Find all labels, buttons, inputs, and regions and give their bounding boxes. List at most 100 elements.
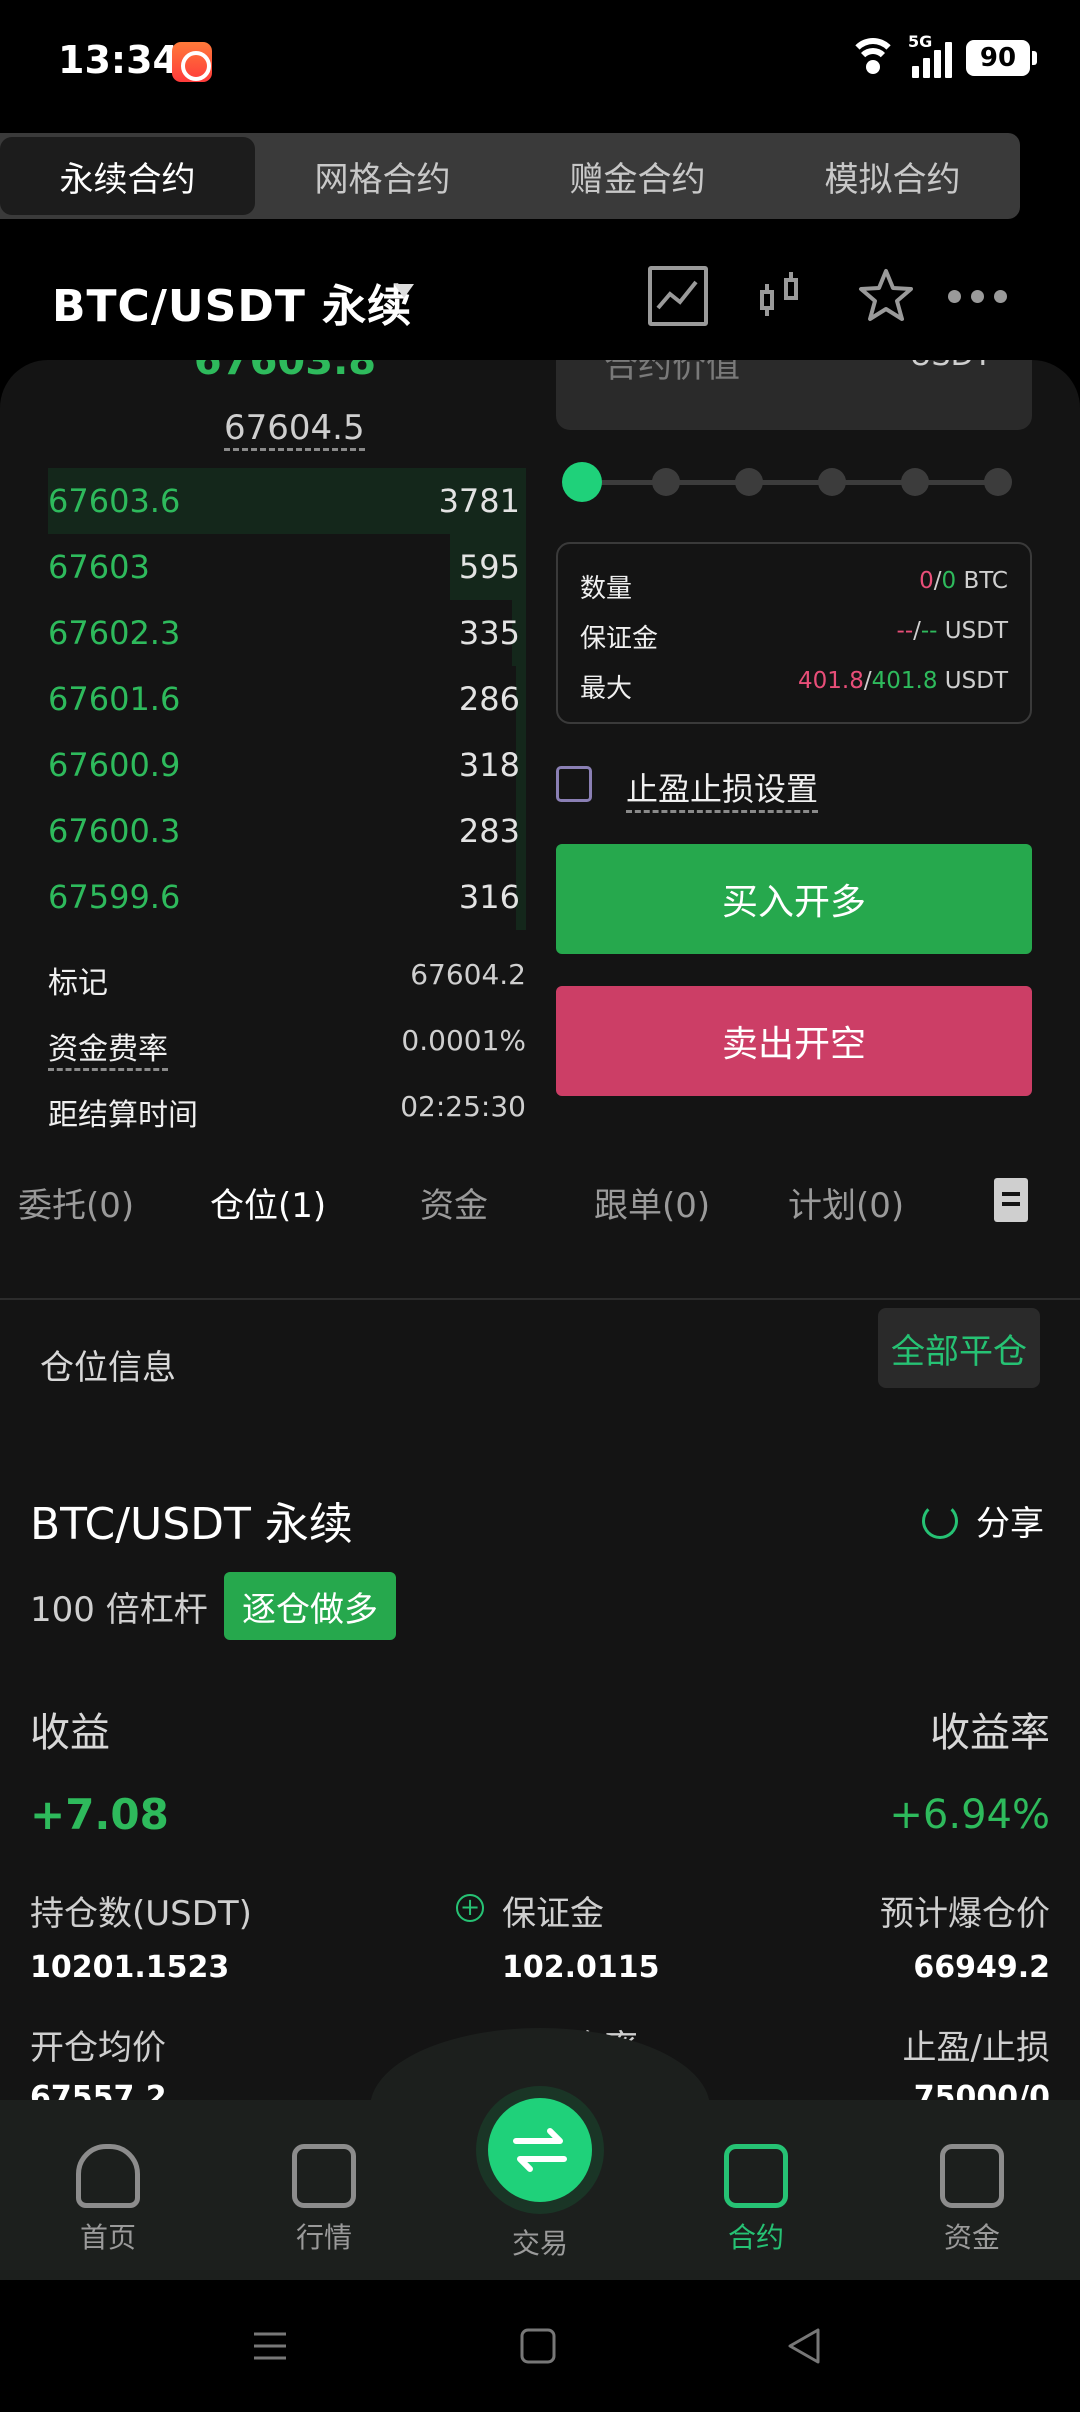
add-margin-icon[interactable]: + [456,1894,484,1922]
contract-value-input[interactable]: 合约价值 USDT [556,360,1032,430]
tab-bonus[interactable]: 赠金合约 [510,133,765,219]
swap-arrows-icon [513,2128,567,2172]
slider-step[interactable] [735,468,763,496]
summary-margin-row: 保证金 --/-- USDT [580,618,1008,655]
order-book-row[interactable]: 67600.3 283 [48,798,526,864]
tab-orders[interactable]: 委托(0) [18,1178,134,1227]
nav-markets-label: 行情 [295,2221,352,2254]
tp-sl-checkbox[interactable] [556,766,592,802]
order-book-row[interactable]: 67603.6 3781 [48,468,526,534]
pnl-rate-value: +6.94% [889,1792,1050,1838]
orders-tabs: 委托(0) 仓位(1) 资金 跟单(0) 计划(0) [0,1156,1080,1246]
pair-selector[interactable]: BTC/USDT 永续 [52,270,412,334]
home-button-icon[interactable] [518,2326,558,2366]
tab-assets[interactable]: 资金 [420,1178,488,1227]
position-size-value: 10201.1523 [30,1950,230,1985]
pnl-label: 收益 [30,1710,110,1756]
funding-rate-label[interactable]: 资金费率 [48,1024,168,1071]
position-size-label: 持仓数(USDT) [30,1894,252,1934]
nav-trade-label: 交易 [511,2227,568,2260]
order-book-row[interactable]: 67603 595 [48,534,526,600]
settlement-time-value: 02:25:30 [400,1090,526,1123]
tp-sl-settings-link[interactable]: 止盈止损设置 [626,764,819,813]
more-options-icon[interactable] [948,266,1014,326]
unit-selector[interactable]: USDT [910,360,992,373]
signal-icon: 5G [908,32,952,78]
position-pair: BTC/USDT 永续 [30,1499,353,1550]
tab-perpetual[interactable]: 永续合约 [0,137,255,215]
bid-qty: 283 [458,812,520,850]
tab-demo[interactable]: 模拟合约 [765,133,1020,219]
home-icon [76,2144,140,2208]
share-icon [922,1502,958,1539]
leverage-slider[interactable] [562,460,1018,504]
tp-sl-label: 止盈/止损 [902,2028,1050,2068]
bid-price: 67600.9 [48,746,181,784]
qty-label: 数量 [580,574,633,604]
share-label: 分享 [976,1504,1044,1544]
nav-trade-button[interactable] [488,2098,592,2202]
order-book-row[interactable]: 67599.6 316 [48,864,526,930]
slider-step[interactable] [984,468,1012,496]
order-book-row[interactable]: 67600.9 318 [48,732,526,798]
slider-step[interactable] [652,468,680,496]
qty-value: 0/0 BTC [919,568,1008,594]
mark-price-sub[interactable]: 67604.5 [224,408,365,451]
funding-rate-row: 资金费率 0.0001% [48,1024,526,1071]
nav-futures[interactable]: 合约 [686,2100,826,2256]
mark-price-row: 标记 67604.2 [48,958,526,1002]
status-time: 13:34 [58,38,179,82]
bid-qty: 316 [458,878,520,916]
order-book-row[interactable]: 67601.6 286 [48,666,526,732]
buy-long-button[interactable]: 买入开多 [556,844,1032,954]
max-value: 401.8/401.8 USDT [798,668,1008,694]
caret-down-icon[interactable] [394,284,414,298]
position-mode-badge: 逐仓做多 [224,1572,396,1640]
order-book: 67603.6 3781 67603 595 67602.3 335 67601.6 2… [48,468,526,930]
nav-futures-label: 合约 [727,2221,784,2254]
entry-price-label: 开仓均价 [30,2028,166,2068]
wifi-icon [848,38,898,78]
recent-apps-icon[interactable] [250,2326,290,2366]
system-nav-bar [0,2280,1080,2412]
trading-panel: 67603.8 67604.5 67603.6 3781 67603 595 676… [0,360,1080,2110]
order-summary: 数量 0/0 BTC 保证金 --/-- USDT 最大 401.8/401.8… [556,542,1032,724]
nav-home[interactable]: 首页 [38,2100,178,2256]
nav-home-label: 首页 [79,2221,136,2254]
favorite-star-icon[interactable] [856,266,916,326]
tab-plans[interactable]: 计划(0) [788,1178,904,1227]
close-all-button[interactable]: 全部平仓 [878,1308,1040,1388]
tab-grid[interactable]: 网格合约 [255,133,510,219]
list-menu-icon[interactable] [994,1178,1028,1222]
slider-knob[interactable] [562,462,602,502]
battery-icon: 90 [966,40,1037,76]
funding-rate-value: 0.0001% [401,1024,526,1057]
app-notification-icon [172,42,212,82]
slider-step[interactable] [818,468,846,496]
slider-step[interactable] [901,468,929,496]
share-button[interactable]: 分享 [922,1496,1044,1545]
bid-qty: 595 [458,548,520,586]
sell-short-button[interactable]: 卖出开空 [556,986,1032,1096]
position-section-title: 仓位信息 [40,1348,176,1388]
nav-assets[interactable]: 资金 [902,2100,1042,2256]
bid-qty: 335 [458,614,520,652]
pnl-value: +7.08 [30,1790,169,1839]
tab-positions[interactable]: 仓位(1) [210,1178,326,1227]
line-chart-icon[interactable] [648,266,708,326]
bid-price: 67601.6 [48,680,181,718]
pnl-rate-label: 收益率 [930,1710,1050,1756]
network-type: 5G [908,32,933,51]
margin-label: 保证金 [580,624,659,654]
bid-price: 67602.3 [48,614,181,652]
candlestick-icon[interactable] [752,266,812,326]
bid-qty: 286 [458,680,520,718]
bid-price: 67600.3 [48,812,181,850]
nav-markets[interactable]: 行情 [254,2100,394,2256]
tab-copy-trading[interactable]: 跟单(0) [594,1178,710,1227]
position-margin-label: 保证金 [502,1894,604,1934]
bid-price: 67599.6 [48,878,181,916]
back-icon[interactable] [784,2326,824,2366]
order-book-row[interactable]: 67602.3 335 [48,600,526,666]
mark-price-label: 标记 [48,966,108,1001]
